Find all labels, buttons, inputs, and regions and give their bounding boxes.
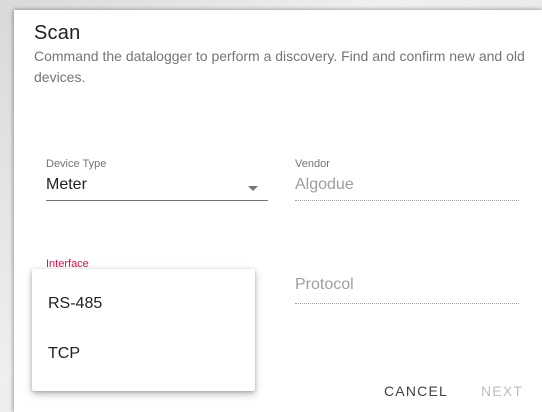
next-button[interactable]: NEXT (481, 383, 523, 399)
menu-item-label: RS-485 (48, 295, 103, 312)
interface-dropdown-menu: RS-485 TCP (32, 269, 255, 391)
menu-item-rs485[interactable]: RS-485 (32, 281, 255, 329)
chevron-down-icon[interactable] (248, 186, 258, 191)
dialog-title: Scan (34, 22, 81, 44)
dialog-subtitle: Command the datalogger to perform a disc… (34, 48, 525, 85)
device-type-value: Meter (46, 176, 87, 193)
vendor-value: Algodue (295, 176, 354, 193)
protocol-underline (295, 303, 519, 304)
cancel-button[interactable]: CANCEL (384, 383, 448, 399)
menu-item-tcp[interactable]: TCP (32, 331, 255, 379)
protocol-field: Protocol (295, 272, 519, 306)
vendor-underline (295, 200, 519, 201)
device-type-label: Device Type (46, 158, 107, 170)
vendor-field: Vendor Algodue (295, 158, 519, 202)
screen-background: Scan Command the datalogger to perform a… (0, 0, 542, 412)
vendor-label: Vendor (295, 158, 330, 170)
device-type-select[interactable]: Device Type Meter (46, 158, 268, 202)
protocol-placeholder: Protocol (295, 276, 354, 293)
device-type-underline (46, 200, 268, 201)
menu-item-label: TCP (48, 345, 80, 362)
